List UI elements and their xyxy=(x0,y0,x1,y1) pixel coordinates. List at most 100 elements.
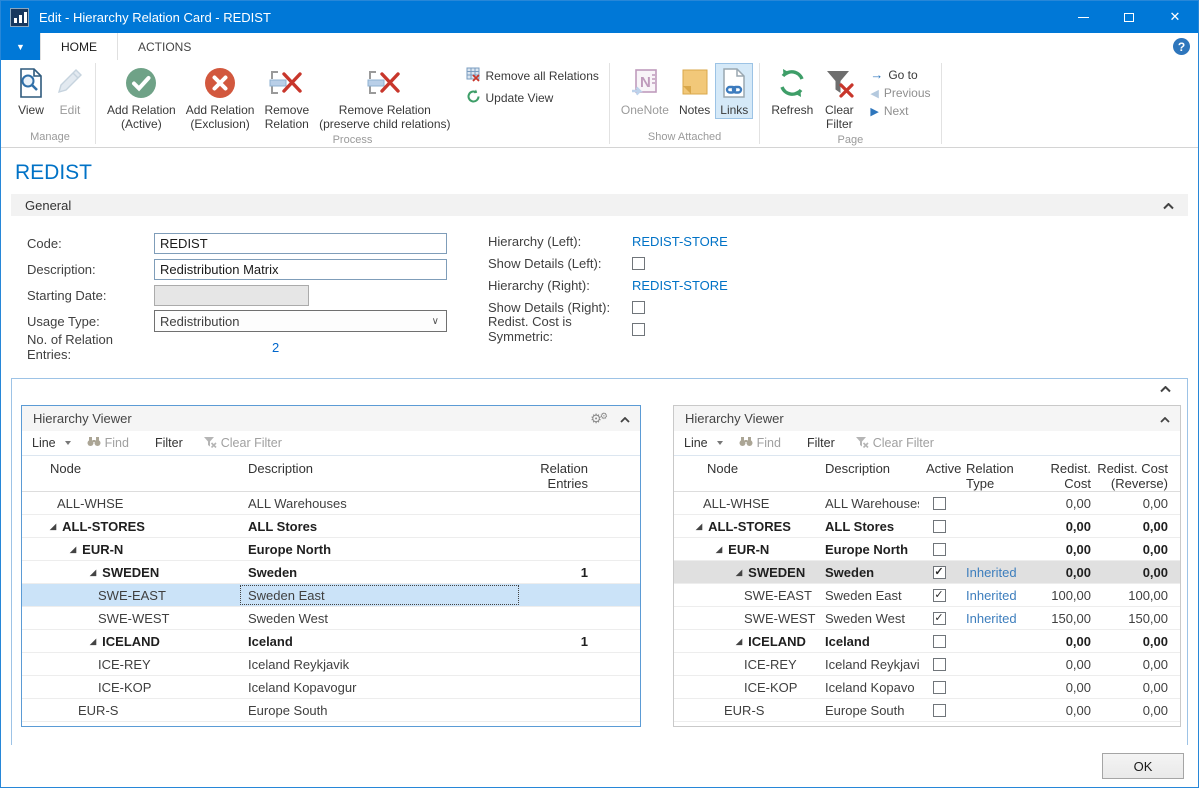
table-row[interactable]: EUR-SEurope South xyxy=(22,699,640,722)
column-header-redist-cost-reverse[interactable]: Redist. Cost (Reverse) xyxy=(1095,461,1180,491)
symmetric-checkbox[interactable] xyxy=(632,323,645,336)
table-row[interactable]: SWE-WESTSweden West xyxy=(22,607,640,630)
relation-entries-value[interactable]: 2 xyxy=(272,340,279,355)
description-cell[interactable]: Iceland xyxy=(239,630,520,652)
right-panel-header[interactable]: Hierarchy Viewer xyxy=(674,406,1180,431)
column-header-description[interactable]: Description xyxy=(239,461,520,476)
filter-button[interactable]: Filter xyxy=(807,436,835,450)
active-checkbox[interactable]: ✓ xyxy=(933,566,946,579)
goto-button[interactable]: → Go to xyxy=(870,67,930,82)
active-checkbox[interactable] xyxy=(933,681,946,694)
table-row[interactable]: ICE-REYIceland Reykjavik0,000,00 xyxy=(674,653,1180,676)
expander-icon[interactable]: ◢ xyxy=(696,522,702,531)
table-row[interactable]: ◢SWEDENSweden✓Inherited0,000,00 xyxy=(674,561,1180,584)
clear-filter-button[interactable]: Clear Filter xyxy=(855,436,934,451)
active-checkbox[interactable] xyxy=(933,520,946,533)
add-relation-active-button[interactable]: Add Relation (Active) xyxy=(102,63,181,134)
remove-relation-preserve-button[interactable]: Remove Relation (preserve child relation… xyxy=(314,63,455,134)
show-details-left-checkbox[interactable] xyxy=(632,257,645,270)
clear-filter-button[interactable]: Clear Filter xyxy=(203,436,282,451)
starting-date-input[interactable] xyxy=(154,285,309,306)
clear-filter-button[interactable]: Clear Filter xyxy=(818,63,860,134)
table-row[interactable]: ◢EUR-NEurope North0,000,00 xyxy=(674,538,1180,561)
viewers-fasttab-header[interactable] xyxy=(12,379,1187,399)
description-cell[interactable]: Sweden West xyxy=(239,607,520,629)
code-input[interactable]: REDIST xyxy=(154,233,447,254)
edit-button[interactable]: Edit xyxy=(51,63,89,119)
expander-icon[interactable]: ◢ xyxy=(50,522,56,531)
table-row[interactable]: ALL-WHSEALL Warehouses0,000,00 xyxy=(674,492,1180,515)
minimize-button[interactable] xyxy=(1060,1,1106,33)
table-row[interactable]: ◢EUR-NEurope North xyxy=(22,538,640,561)
column-header-node[interactable]: Node xyxy=(22,461,239,476)
description-cell[interactable]: Sweden xyxy=(239,561,520,583)
close-button[interactable]: ✕ xyxy=(1152,1,1198,33)
line-menu-button[interactable]: Line xyxy=(684,436,723,450)
next-button[interactable]: ▶ Next xyxy=(870,104,930,118)
tab-home[interactable]: HOME xyxy=(40,33,118,60)
usage-type-select[interactable]: Redistribution ∨ xyxy=(154,310,447,332)
column-header-redist-cost[interactable]: Redist. Cost xyxy=(1037,461,1095,491)
table-row[interactable]: SWE-EASTSweden East xyxy=(22,584,640,607)
onenote-button[interactable]: N OneNote xyxy=(616,63,674,119)
help-button[interactable]: ? xyxy=(1173,38,1190,55)
active-checkbox[interactable] xyxy=(933,543,946,556)
remove-relation-button[interactable]: Remove Relation xyxy=(259,63,314,134)
ok-button[interactable]: OK xyxy=(1102,753,1184,779)
expander-icon[interactable]: ◢ xyxy=(90,637,96,646)
find-button[interactable]: Find xyxy=(739,436,781,450)
remove-all-relations-button[interactable]: Remove all Relations xyxy=(466,67,599,85)
table-row[interactable]: ◢SWEDENSweden1 xyxy=(22,561,640,584)
description-input[interactable]: Redistribution Matrix xyxy=(154,259,447,280)
view-button[interactable]: View xyxy=(11,63,51,119)
filter-button[interactable]: Filter xyxy=(155,436,183,450)
column-header-relation-entries[interactable]: Relation Entries xyxy=(520,461,640,491)
active-checkbox[interactable] xyxy=(933,658,946,671)
active-checkbox[interactable]: ✓ xyxy=(933,612,946,625)
table-row[interactable]: ◢ALL-STORESALL Stores xyxy=(22,515,640,538)
active-checkbox[interactable] xyxy=(933,704,946,717)
maximize-button[interactable] xyxy=(1106,1,1152,33)
description-cell[interactable]: Iceland Kopavogur xyxy=(239,676,520,698)
notes-button[interactable]: Notes xyxy=(674,63,715,119)
find-button[interactable]: Find xyxy=(87,436,129,450)
table-row[interactable]: ◢ICELANDIceland1 xyxy=(22,630,640,653)
description-cell[interactable]: Iceland Reykjavik xyxy=(239,653,520,675)
collapse-chevron-icon[interactable] xyxy=(1160,380,1171,398)
application-menu-button[interactable]: ▼ xyxy=(1,33,40,60)
description-cell[interactable]: Sweden East xyxy=(239,584,520,606)
left-panel-header[interactable]: Hierarchy Viewer ⚙⚙ xyxy=(22,406,640,431)
column-header-node[interactable]: Node xyxy=(674,461,817,476)
table-row[interactable]: ◢ALL-STORESALL Stores0,000,00 xyxy=(674,515,1180,538)
previous-button[interactable]: ◀ Previous xyxy=(870,86,930,100)
expander-icon[interactable]: ◢ xyxy=(736,568,742,577)
table-row[interactable]: ICE-KOPIceland Kopavogur xyxy=(22,676,640,699)
refresh-button[interactable]: Refresh xyxy=(766,63,818,119)
line-menu-button[interactable]: Line xyxy=(32,436,71,450)
collapse-chevron-icon[interactable] xyxy=(1160,411,1170,426)
table-row[interactable]: ICE-REYIceland Reykjavik xyxy=(22,653,640,676)
column-header-description[interactable]: Description xyxy=(817,461,919,476)
links-button[interactable]: Links xyxy=(715,63,753,119)
active-checkbox[interactable] xyxy=(933,497,946,510)
expander-icon[interactable]: ◢ xyxy=(70,545,76,554)
table-row[interactable]: ◢ICELANDIceland0,000,00 xyxy=(674,630,1180,653)
show-details-right-checkbox[interactable] xyxy=(632,301,645,314)
collapse-chevron-icon[interactable] xyxy=(1163,198,1174,213)
tab-actions[interactable]: ACTIONS xyxy=(118,33,211,60)
gear-icon[interactable]: ⚙⚙ xyxy=(590,411,606,427)
description-cell[interactable]: Europe North xyxy=(239,538,520,560)
table-row[interactable]: SWE-WESTSweden West✓Inherited150,00150,0… xyxy=(674,607,1180,630)
column-header-active[interactable]: Active xyxy=(919,461,959,476)
expander-icon[interactable]: ◢ xyxy=(736,637,742,646)
table-row[interactable]: SWE-EASTSweden East✓Inherited100,00100,0… xyxy=(674,584,1180,607)
hierarchy-left-link[interactable]: REDIST-STORE xyxy=(632,234,728,249)
description-cell[interactable]: ALL Stores xyxy=(239,515,520,537)
description-cell[interactable]: ALL Warehouses xyxy=(239,492,520,514)
column-header-relation-type[interactable]: Relation Type xyxy=(959,461,1037,491)
expander-icon[interactable]: ◢ xyxy=(90,568,96,577)
description-cell[interactable]: Europe South xyxy=(239,699,520,721)
add-relation-exclusion-button[interactable]: Add Relation (Exclusion) xyxy=(181,63,260,134)
table-row[interactable]: ICE-KOPIceland Kopavo0,000,00 xyxy=(674,676,1180,699)
hierarchy-right-link[interactable]: REDIST-STORE xyxy=(632,278,728,293)
